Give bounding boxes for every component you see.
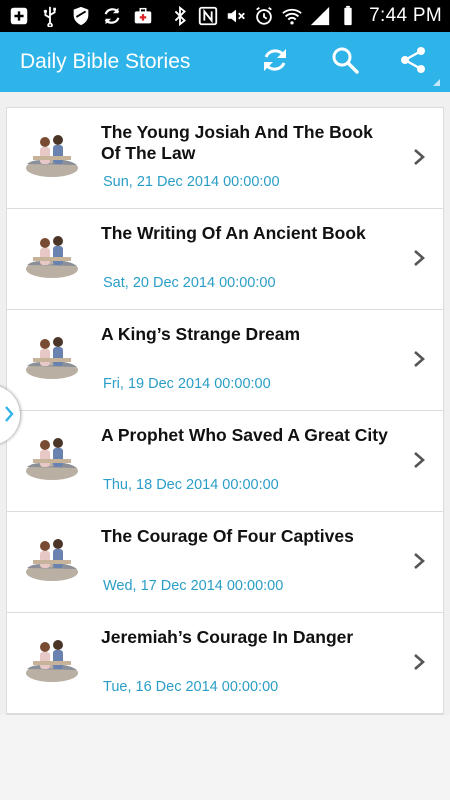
signal-icon	[309, 5, 331, 27]
chevron-right-icon	[413, 552, 425, 570]
chevron-right-icon	[413, 451, 425, 469]
battery-icon	[337, 5, 359, 27]
story-title: A Prophet Who Saved A Great City	[101, 425, 388, 445]
story-title: The Young Josiah And The Book Of The Law	[101, 122, 373, 163]
status-bar: 7:44 PM	[0, 0, 450, 32]
story-title: Jeremiah’s Courage In Danger	[101, 627, 354, 647]
story-title: A King’s Strange Dream	[101, 324, 301, 344]
story-date: Tue, 16 Dec 2014 00:00:00	[103, 679, 279, 695]
search-button[interactable]	[327, 44, 363, 80]
story-list-item[interactable]: A Prophet Who Saved A Great City Thu, 18…	[7, 411, 443, 512]
story-thumbnail	[23, 326, 81, 386]
chevron-right-icon	[413, 148, 425, 166]
nfc-icon	[197, 5, 219, 27]
story-list: The Young Josiah And The Book Of The Law…	[6, 107, 444, 715]
story-date: Wed, 17 Dec 2014 00:00:00	[103, 578, 284, 594]
wifi-icon	[281, 5, 303, 27]
list-background	[0, 715, 450, 800]
overflow-indicator	[433, 79, 440, 86]
story-thumbnail	[23, 124, 81, 184]
chevron-right-icon	[413, 249, 425, 267]
status-clock: 7:44 PM	[369, 5, 442, 26]
refresh-button[interactable]	[257, 44, 293, 80]
chevron-right-icon	[413, 350, 425, 368]
story-title: The Courage Of Four Captives	[101, 526, 354, 546]
shield-icon	[70, 5, 92, 27]
app-title: Daily Bible Stories	[20, 50, 191, 73]
story-date: Fri, 19 Dec 2014 00:00:00	[103, 376, 271, 392]
status-bar-left	[0, 0, 154, 32]
story-list-item[interactable]: The Courage Of Four Captives Wed, 17 Dec…	[7, 512, 443, 613]
share-icon	[398, 45, 428, 80]
share-button[interactable]	[395, 44, 431, 80]
usb-icon	[39, 5, 61, 27]
status-bar-right: 7:44 PM	[169, 0, 450, 32]
story-thumbnail	[23, 225, 81, 285]
story-list-item[interactable]: The Writing Of An Ancient Book Sat, 20 D…	[7, 209, 443, 310]
add-icon	[8, 5, 30, 27]
action-bar: Daily Bible Stories	[0, 32, 450, 92]
story-list-item[interactable]: Jeremiah’s Courage In Danger Tue, 16 Dec…	[7, 613, 443, 714]
sync-icon	[101, 5, 123, 27]
search-icon	[330, 45, 360, 80]
story-thumbnail	[23, 427, 81, 487]
mute-icon	[225, 5, 247, 27]
story-title: The Writing Of An Ancient Book	[101, 223, 366, 243]
story-thumbnail	[23, 629, 81, 689]
refresh-icon	[260, 45, 290, 80]
medical-bag-icon	[132, 5, 154, 27]
story-list-item[interactable]: The Young Josiah And The Book Of The Law…	[7, 108, 443, 209]
story-date: Thu, 18 Dec 2014 00:00:00	[103, 477, 279, 493]
bluetooth-icon	[169, 5, 191, 27]
chevron-right-icon	[5, 406, 14, 422]
story-date: Sun, 21 Dec 2014 00:00:00	[103, 174, 280, 190]
alarm-icon	[253, 5, 275, 27]
chevron-right-icon	[413, 653, 425, 671]
story-list-item[interactable]: A King’s Strange Dream Fri, 19 Dec 2014 …	[7, 310, 443, 411]
story-thumbnail	[23, 528, 81, 588]
story-date: Sat, 20 Dec 2014 00:00:00	[103, 275, 276, 291]
